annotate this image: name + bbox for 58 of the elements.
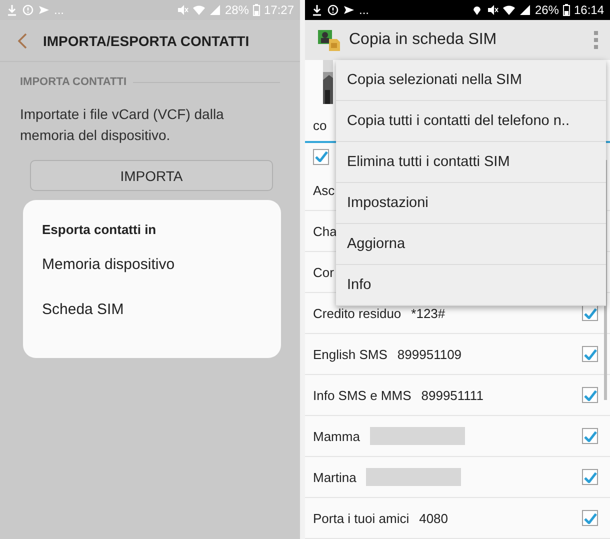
contact-name: Martina — [313, 470, 356, 484]
app-title: Copia in scheda SIM — [349, 31, 498, 49]
clock: 17:27 — [264, 3, 294, 17]
mute-icon — [486, 4, 499, 16]
send-icon — [343, 4, 355, 16]
menu-item[interactable]: Elimina tutti i contatti SIM — [336, 142, 606, 183]
contact-name: Porta i tuoi amici — [313, 510, 410, 526]
send-icon — [38, 4, 50, 16]
checkbox[interactable] — [582, 387, 598, 403]
battery-icon — [252, 4, 260, 16]
menu-item[interactable]: Copia selezionati nella SIM — [336, 60, 606, 101]
contact-name: Cha — [313, 224, 337, 238]
checkbox[interactable] — [582, 469, 598, 485]
back-icon[interactable] — [18, 32, 27, 48]
dialog-title: Esporta contatti in — [42, 222, 156, 237]
dialog-option[interactable]: Scheda SIM — [42, 301, 124, 318]
battery-level: 28% — [224, 3, 249, 17]
clock: 16:14 — [574, 3, 604, 17]
import-button[interactable]: IMPORTA — [30, 160, 273, 191]
location-icon — [470, 4, 483, 16]
alert-icon — [327, 4, 339, 16]
description-text: Importate i file vCard (VCF) dalla memoria del dispositivo. — [20, 105, 225, 145]
checkbox[interactable] — [313, 148, 329, 164]
checkbox[interactable] — [582, 305, 598, 321]
screen-title: IMPORTA/ESPORTA CONTATTI — [43, 32, 250, 48]
contact-name: Cor — [313, 264, 334, 280]
contact-name: Info SMS e MMS — [313, 388, 412, 402]
contact-number: 4080 — [419, 510, 448, 526]
download-icon — [6, 4, 18, 16]
menu-item[interactable]: Impostazioni — [336, 183, 606, 224]
checkbox[interactable] — [582, 346, 598, 362]
signal-icon — [518, 4, 531, 16]
mute-icon — [176, 4, 189, 16]
wifi-icon — [502, 4, 515, 16]
contact-name: Asc — [313, 182, 335, 198]
wifi-icon — [192, 4, 205, 16]
menu-item[interactable]: Copia tutti i contatti del telefono n.. — [336, 101, 606, 142]
contact-name: English SMS — [313, 346, 388, 362]
battery-icon — [562, 4, 570, 16]
menu-item[interactable]: Info — [336, 265, 606, 306]
checkbox[interactable] — [582, 428, 598, 444]
alert-icon — [22, 4, 34, 16]
contact-name: Mamma — [313, 428, 360, 444]
contact-number: 899951109 — [397, 346, 462, 362]
menu-item[interactable]: Aggiorna — [336, 224, 606, 265]
signal-icon — [208, 4, 221, 16]
download-icon — [311, 4, 323, 16]
overflow-indicator: ... — [54, 3, 64, 17]
contact-number: *123# — [411, 306, 446, 320]
checkbox[interactable] — [582, 510, 598, 526]
battery-level: 26% — [534, 3, 559, 17]
section-heading: IMPORTA CONTATTI — [20, 76, 127, 88]
more-options-icon[interactable] — [592, 31, 600, 49]
dialog-option[interactable]: Memoria dispositivo — [42, 256, 175, 273]
contact-name: Credito residuo — [313, 306, 402, 320]
contact-number: 899951111 — [421, 388, 484, 402]
contact-sim-icon — [317, 28, 341, 52]
overflow-indicator: ... — [359, 3, 370, 17]
